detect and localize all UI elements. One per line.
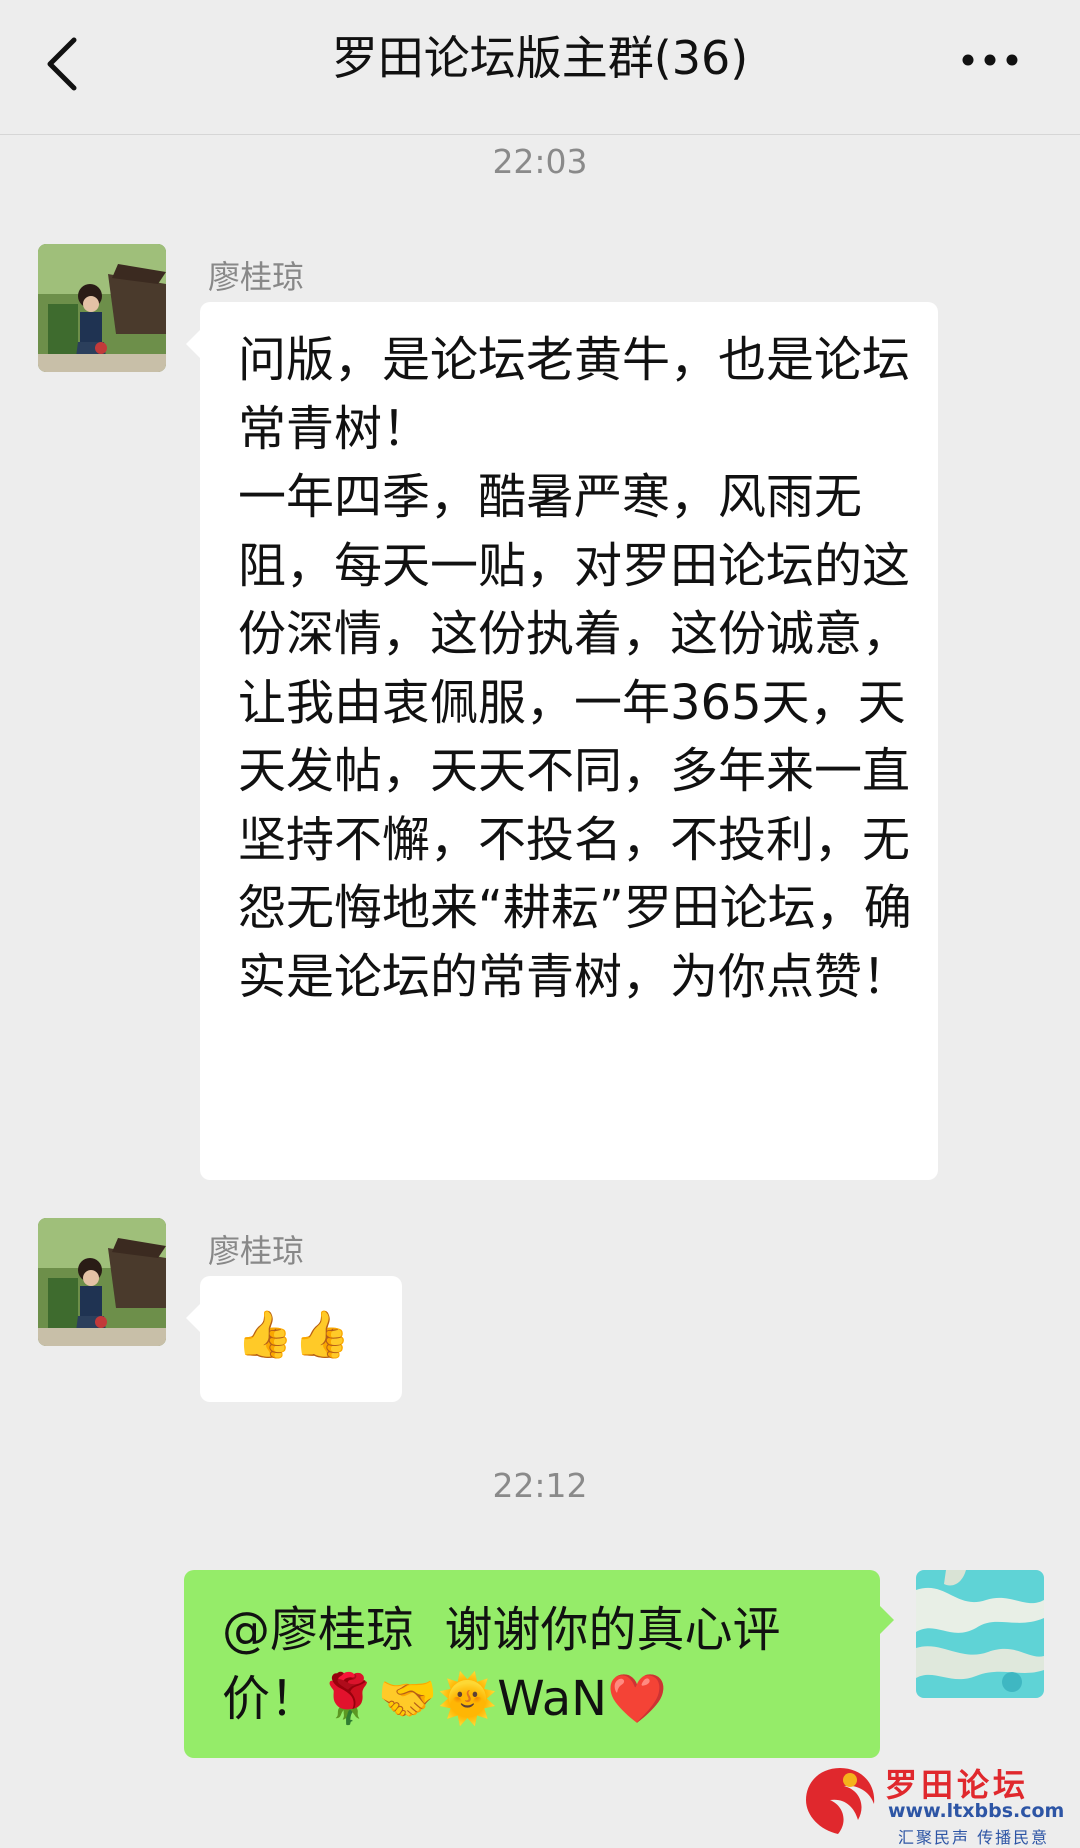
avatar-photo-icon [916,1570,1044,1698]
message-bubble[interactable]: 👍👍 [186,1276,402,1402]
message-timestamp: 22:03 [492,142,588,181]
thumbs-up-emoji-text: 👍👍 [236,1307,351,1361]
message-timestamp: 22:12 [492,1466,588,1505]
chat-title: 罗田论坛版主群(36) [331,31,749,85]
sender-name: 廖桂琼 [208,1232,305,1270]
message-bubble[interactable]: 问版，是论坛老黄牛，也是论坛常青树！ 一年四季，酷暑严寒，风雨无阻，每天一贴，对… [186,302,938,1180]
sender-avatar[interactable] [38,1218,166,1346]
outgoing-message-bubble[interactable]: @廖桂琼 谢谢你的真心评价！🌹🤝🌞WaN❤️ [184,1570,894,1758]
more-dots-icon [962,54,1018,66]
avatar-photo-icon [38,244,166,372]
forum-watermark-logo: 罗田论坛 www.ltxbbs.com 汇聚民声 传播民意 [800,1760,1070,1847]
chat-header: 罗田论坛版主群(36) [0,0,1080,135]
message-text: 问版，是论坛老黄牛，也是论坛常青树！ 一年四季，酷暑严寒，风雨无阻，每天一贴，对… [238,332,912,1005]
forum-logo-icon [806,1768,875,1834]
more-options-button[interactable] [960,40,1020,80]
my-avatar[interactable] [916,1570,1044,1698]
watermark-slogan: 汇聚民声 传播民意 [898,1828,1050,1847]
sender-avatar[interactable] [38,244,166,372]
watermark-url: www.ltxbbs.com [888,1800,1065,1822]
sender-name: 廖桂琼 [208,258,305,296]
avatar-photo-icon [38,1218,166,1346]
message-text: @廖桂琼 谢谢你的真心评价！🌹🤝🌞WaN❤️ [222,1602,781,1727]
